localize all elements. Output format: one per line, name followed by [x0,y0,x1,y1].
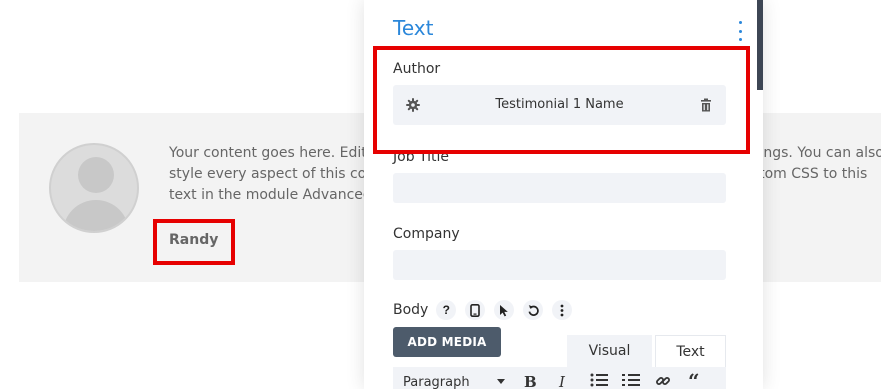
cursor-icon[interactable] [494,300,515,320]
bullet-list-icon[interactable] [590,373,608,389]
settings-panel: Text Author Testimonial 1 Name Job Title… [364,0,763,389]
italic-icon[interactable]: I [559,373,565,389]
blockquote-icon[interactable]: “ [688,369,700,389]
bold-icon[interactable]: B [524,373,537,389]
avatar-placeholder [49,143,139,233]
numbered-list-icon[interactable] [622,373,640,389]
editor-toolbar: Paragraph B I “ [393,367,726,389]
page: Your content goes here. Edit or remove t… [0,0,881,389]
job-title-input[interactable] [393,173,726,203]
avatar-body [63,200,129,231]
tab-visual[interactable]: Visual [567,335,652,367]
avatar-head [78,157,114,193]
highlight-box-author-name [153,219,235,265]
chevron-down-icon[interactable] [497,379,505,384]
panel-scrollbar[interactable] [757,0,763,90]
add-media-button[interactable]: ADD MEDIA [393,327,501,357]
tab-text[interactable]: Text [655,335,726,367]
link-icon[interactable] [655,373,671,389]
undo-icon[interactable] [523,300,544,320]
mobile-icon[interactable] [465,300,486,320]
help-icon[interactable]: ? [436,300,457,320]
format-select[interactable]: Paragraph [403,375,470,389]
highlight-box-author-field [373,46,750,154]
company-input[interactable] [393,250,726,280]
more-icon[interactable] [552,300,573,320]
company-label: Company [393,226,460,242]
section-title[interactable]: Text [393,16,433,40]
body-label-row: Body ? [393,300,581,320]
body-label: Body [393,302,429,318]
more-options-icon[interactable] [733,21,747,41]
